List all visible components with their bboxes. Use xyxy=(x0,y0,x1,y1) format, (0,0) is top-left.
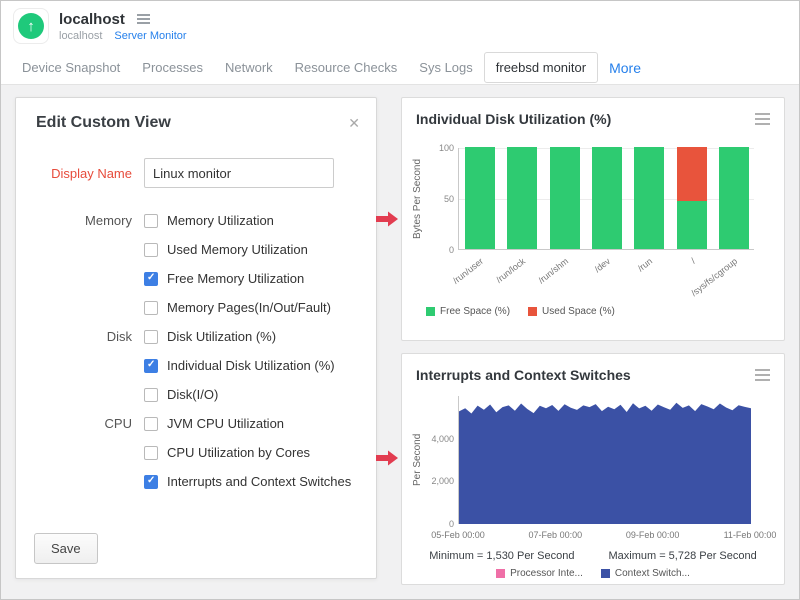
option-row: CPU JVM CPU Utilization xyxy=(16,409,376,438)
option-label: JVM CPU Utilization xyxy=(167,416,284,431)
option-checkbox[interactable] xyxy=(144,301,158,315)
content-area: Edit Custom View ✕ Display Name MemoryMe… xyxy=(1,85,799,599)
tab-processes[interactable]: Processes xyxy=(131,53,214,82)
nav-tabs: Device SnapshotProcessesNetworkResource … xyxy=(1,51,799,85)
disk-utilization-card: Individual Disk Utilization (%) Bytes Pe… xyxy=(401,97,785,341)
monitor-tile: ↑ xyxy=(13,8,49,44)
edit-custom-view-modal: Edit Custom View ✕ Display Name MemoryMe… xyxy=(15,97,377,579)
y-axis-label: Bytes Per Second xyxy=(412,148,423,250)
option-label: CPU Utilization by Cores xyxy=(167,445,310,460)
header-menu-icon[interactable] xyxy=(137,14,150,24)
option-row: Free Memory Utilization xyxy=(16,264,376,293)
bar-free-space xyxy=(634,147,664,249)
bar-free-space xyxy=(507,147,537,249)
y-axis-label: Per Second xyxy=(412,396,423,524)
option-checkbox[interactable] xyxy=(144,446,158,460)
display-name-input[interactable] xyxy=(144,158,334,188)
host-title: localhost xyxy=(59,11,125,28)
option-label: Free Memory Utilization xyxy=(167,271,304,286)
tab-more[interactable]: More xyxy=(598,53,652,83)
y-tick-label: 100 xyxy=(426,143,454,153)
tab-freebsd-monitor[interactable]: freebsd monitor xyxy=(484,52,598,83)
option-label: Disk Utilization (%) xyxy=(167,329,276,344)
option-checkbox[interactable] xyxy=(144,417,158,431)
option-label: Memory Pages(In/Out/Fault) xyxy=(167,300,331,315)
display-name-label: Display Name xyxy=(16,166,144,181)
minimum-value: Minimum = 1,530 Per Second xyxy=(429,550,574,562)
legend-item: Free Space (%) xyxy=(426,306,510,317)
bar-free-space xyxy=(550,147,580,249)
option-checkbox[interactable] xyxy=(144,330,158,344)
modal-title: Edit Custom View xyxy=(36,114,171,132)
x-tick-label: 11-Feb 00:00 xyxy=(715,530,785,540)
group-label: Disk xyxy=(16,329,144,344)
header-text: localhost localhost Server Monitor xyxy=(59,11,187,42)
tab-resource-checks[interactable]: Resource Checks xyxy=(284,53,409,82)
red-arrow-icon xyxy=(375,210,399,228)
server-monitor-link[interactable]: Server Monitor xyxy=(114,30,186,42)
save-button[interactable]: Save xyxy=(34,533,98,564)
group-label: CPU xyxy=(16,416,144,431)
option-checkbox[interactable] xyxy=(144,388,158,402)
bar-free-space xyxy=(592,147,622,249)
option-checkbox[interactable] xyxy=(144,272,158,286)
x-tick-label: 09-Feb 00:00 xyxy=(618,530,688,540)
option-label: Disk(I/O) xyxy=(167,387,218,402)
option-row: Interrupts and Context Switches xyxy=(16,467,376,496)
option-row: Used Memory Utilization xyxy=(16,235,376,264)
option-checkbox[interactable] xyxy=(144,475,158,489)
y-tick-label: 50 xyxy=(426,194,454,204)
option-label: Individual Disk Utilization (%) xyxy=(167,358,335,373)
y-tick-label: 0 xyxy=(426,245,454,255)
disk-chart-plot xyxy=(458,148,754,250)
option-label: Used Memory Utilization xyxy=(167,242,308,257)
chart-title: Interrupts and Context Switches xyxy=(416,367,631,383)
option-row: Individual Disk Utilization (%) xyxy=(16,351,376,380)
tab-sys-logs[interactable]: Sys Logs xyxy=(408,53,483,82)
bar-used-space xyxy=(677,147,707,201)
option-row: Disk(I/O) xyxy=(16,380,376,409)
bar-free-space xyxy=(719,147,749,249)
x-tick-label: 07-Feb 00:00 xyxy=(520,530,590,540)
option-row: Disk Disk Utilization (%) xyxy=(16,322,376,351)
y-tick-label: 0 xyxy=(420,519,454,529)
x-tick-label: 05-Feb 00:00 xyxy=(423,530,493,540)
legend-item: Processor Inte... xyxy=(496,568,583,579)
chart-menu-icon[interactable] xyxy=(755,111,770,125)
interrupts-context-switches-card: Interrupts and Context Switches Per Seco… xyxy=(401,353,785,585)
tab-device-snapshot[interactable]: Device Snapshot xyxy=(11,53,131,82)
option-checkbox[interactable] xyxy=(144,214,158,228)
header: ↑ localhost localhost Server Monitor xyxy=(1,1,799,51)
tab-network[interactable]: Network xyxy=(214,53,284,82)
host-subtitle: localhost xyxy=(59,30,102,42)
option-label: Interrupts and Context Switches xyxy=(167,474,351,489)
app-window: ↑ localhost localhost Server Monitor Dev… xyxy=(0,0,800,600)
bar-free-space xyxy=(677,201,707,249)
monitor-status-up-icon: ↑ xyxy=(18,13,44,39)
maximum-value: Maximum = 5,728 Per Second xyxy=(608,550,756,562)
option-row: Memory Pages(In/Out/Fault) xyxy=(16,293,376,322)
display-name-row: Display Name xyxy=(16,158,376,188)
metric-options-list: Memory Memory Utilization Used Memory Util… xyxy=(16,206,376,496)
y-tick-label: 4,000 xyxy=(420,434,454,444)
bar-free-space xyxy=(465,147,495,249)
chart-menu-icon[interactable] xyxy=(755,367,770,381)
y-tick-label: 2,000 xyxy=(420,476,454,486)
chart-legend: Processor Inte... Context Switch... xyxy=(402,568,784,579)
legend-item: Context Switch... xyxy=(601,568,690,579)
option-checkbox[interactable] xyxy=(144,243,158,257)
interrupts-chart-plot xyxy=(458,396,750,524)
min-max-summary: Minimum = 1,530 Per Second Maximum = 5,7… xyxy=(402,550,784,562)
chart-title: Individual Disk Utilization (%) xyxy=(416,111,611,127)
close-icon[interactable]: ✕ xyxy=(348,115,360,132)
red-arrow-icon xyxy=(375,449,399,467)
legend-item: Used Space (%) xyxy=(528,306,615,317)
option-row: Memory Memory Utilization xyxy=(16,206,376,235)
option-row: CPU Utilization by Cores xyxy=(16,438,376,467)
chart-legend: Free Space (%) Used Space (%) xyxy=(426,306,615,317)
option-checkbox[interactable] xyxy=(144,359,158,373)
group-label: Memory xyxy=(16,213,144,228)
option-label: Memory Utilization xyxy=(167,213,274,228)
